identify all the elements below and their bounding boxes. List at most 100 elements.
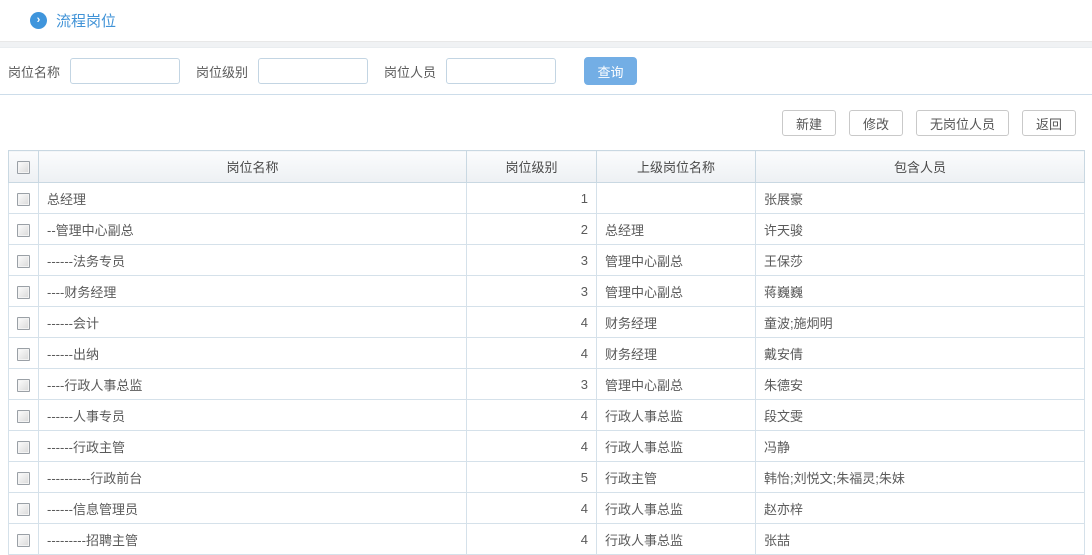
position-level-label: 岗位级别 [196, 64, 249, 80]
table-row[interactable]: ------信息管理员 4 行政人事总监 赵亦梓 [8, 492, 1085, 524]
cell-position-level: 1 [466, 182, 597, 214]
row-checkbox-cell [8, 213, 39, 245]
cell-position-level: 4 [466, 337, 597, 369]
cell-position-level: 4 [466, 306, 597, 338]
table-row[interactable]: --管理中心副总 2 总经理 许天骏 [8, 213, 1085, 245]
back-button[interactable]: 返回 [1021, 110, 1076, 136]
table-row[interactable]: ------出纳 4 财务经理 戴安倩 [8, 337, 1085, 369]
table-row[interactable]: ------会计 4 财务经理 童波;施炯明 [8, 306, 1085, 338]
row-checkbox[interactable] [17, 378, 30, 392]
row-checkbox-cell [8, 182, 39, 214]
table-row[interactable]: ------行政主管 4 行政人事总监 冯静 [8, 430, 1085, 462]
cell-people: 许天骏 [755, 213, 1085, 245]
row-checkbox[interactable] [17, 471, 30, 485]
cell-people: 段文雯 [755, 399, 1085, 431]
cell-parent-position: 行政人事总监 [596, 399, 756, 431]
cell-people: 韩怡;刘悦文;朱福灵;朱妹 [755, 461, 1085, 493]
cell-position-name: ------法务专员 [38, 244, 467, 276]
row-checkbox[interactable] [17, 440, 30, 454]
cell-people: 张展豪 [755, 182, 1085, 214]
row-checkbox[interactable] [17, 316, 30, 330]
positions-table: 岗位名称 岗位级别 上级岗位名称 包含人员 总经理 1 张展豪 --管理中心副总… [8, 150, 1085, 555]
table-row[interactable]: ------人事专员 4 行政人事总监 段文雯 [8, 399, 1085, 431]
cell-position-name: ------行政主管 [38, 430, 467, 462]
position-name-input[interactable] [70, 58, 181, 84]
cell-position-name: ------人事专员 [38, 399, 467, 431]
cell-position-level: 3 [466, 244, 597, 276]
select-all-checkbox[interactable] [17, 161, 30, 175]
header-position-name: 岗位名称 [38, 150, 467, 183]
table-row[interactable]: 总经理 1 张展豪 [8, 182, 1085, 214]
toolbar: 新建 修改 无岗位人员 返回 [0, 95, 1092, 136]
table-header-row: 岗位名称 岗位级别 上级岗位名称 包含人员 [8, 150, 1085, 183]
search-group-position-staff: 岗位人员 [384, 58, 572, 84]
header-people: 包含人员 [755, 150, 1085, 183]
row-checkbox-cell [8, 461, 39, 493]
cell-position-name: ----------行政前台 [38, 461, 467, 493]
cell-parent-position: 行政人事总监 [596, 523, 756, 555]
cell-parent-position: 行政主管 [596, 461, 756, 493]
cell-position-name: ------信息管理员 [38, 492, 467, 524]
cell-parent-position: 行政人事总监 [596, 430, 756, 462]
row-checkbox-cell [8, 523, 39, 555]
position-staff-input[interactable] [446, 58, 557, 84]
cell-position-level: 3 [466, 275, 597, 307]
header-parent-position: 上级岗位名称 [596, 150, 756, 183]
page-header: › 流程岗位 [0, 0, 1092, 42]
cell-position-level: 2 [466, 213, 597, 245]
positions-table-wrap: 岗位名称 岗位级别 上级岗位名称 包含人员 总经理 1 张展豪 --管理中心副总… [8, 150, 1085, 555]
row-checkbox[interactable] [17, 533, 30, 547]
cell-people: 冯静 [755, 430, 1085, 462]
row-checkbox-cell [8, 244, 39, 276]
row-checkbox-cell [8, 399, 39, 431]
cell-position-level: 4 [466, 492, 597, 524]
cell-parent-position: 总经理 [596, 213, 756, 245]
search-group-position-level: 岗位级别 [196, 58, 384, 84]
cell-position-name: ---------招聘主管 [38, 523, 467, 555]
row-checkbox[interactable] [17, 285, 30, 299]
position-name-label: 岗位名称 [8, 64, 61, 80]
cell-position-name: 总经理 [38, 182, 467, 214]
cell-people: 王保莎 [755, 244, 1085, 276]
query-button[interactable]: 查询 [584, 57, 638, 85]
row-checkbox[interactable] [17, 192, 30, 206]
new-button[interactable]: 新建 [781, 110, 836, 136]
cell-position-name: ------出纳 [38, 337, 467, 369]
cell-position-name: ----财务经理 [38, 275, 467, 307]
row-checkbox[interactable] [17, 347, 30, 361]
row-checkbox-cell [8, 275, 39, 307]
row-checkbox[interactable] [17, 502, 30, 516]
row-checkbox[interactable] [17, 223, 30, 237]
header-position-level: 岗位级别 [466, 150, 597, 183]
table-row[interactable]: ----------行政前台 5 行政主管 韩怡;刘悦文;朱福灵;朱妹 [8, 461, 1085, 493]
cell-position-name: --管理中心副总 [38, 213, 467, 245]
table-row[interactable]: ---------招聘主管 4 行政人事总监 张喆 [8, 523, 1085, 555]
position-level-input[interactable] [258, 58, 369, 84]
cell-people: 戴安倩 [755, 337, 1085, 369]
cell-parent-position: 财务经理 [596, 337, 756, 369]
cell-people: 张喆 [755, 523, 1085, 555]
cell-position-level: 3 [466, 368, 597, 400]
row-checkbox[interactable] [17, 409, 30, 423]
no-staff-button[interactable]: 无岗位人员 [915, 110, 1009, 136]
cell-parent-position: 管理中心副总 [596, 244, 756, 276]
cell-people: 赵亦梓 [755, 492, 1085, 524]
cell-parent-position: 管理中心副总 [596, 275, 756, 307]
search-bar: 岗位名称 岗位级别 岗位人员 查询 [0, 48, 1092, 95]
cell-people: 童波;施炯明 [755, 306, 1085, 338]
row-checkbox[interactable] [17, 254, 30, 268]
row-checkbox-cell [8, 337, 39, 369]
table-row[interactable]: ----行政人事总监 3 管理中心副总 朱德安 [8, 368, 1085, 400]
cell-parent-position: 财务经理 [596, 306, 756, 338]
row-checkbox-cell [8, 492, 39, 524]
edit-button[interactable]: 修改 [848, 110, 903, 136]
table-row[interactable]: ------法务专员 3 管理中心副总 王保莎 [8, 244, 1085, 276]
page-title: 流程岗位 [56, 13, 117, 30]
position-staff-label: 岗位人员 [384, 64, 437, 80]
cell-parent-position [596, 182, 756, 214]
arrow-circle-icon: › [30, 12, 47, 29]
table-row[interactable]: ----财务经理 3 管理中心副总 蒋巍巍 [8, 275, 1085, 307]
row-checkbox-cell [8, 306, 39, 338]
cell-parent-position: 行政人事总监 [596, 492, 756, 524]
cell-people: 蒋巍巍 [755, 275, 1085, 307]
